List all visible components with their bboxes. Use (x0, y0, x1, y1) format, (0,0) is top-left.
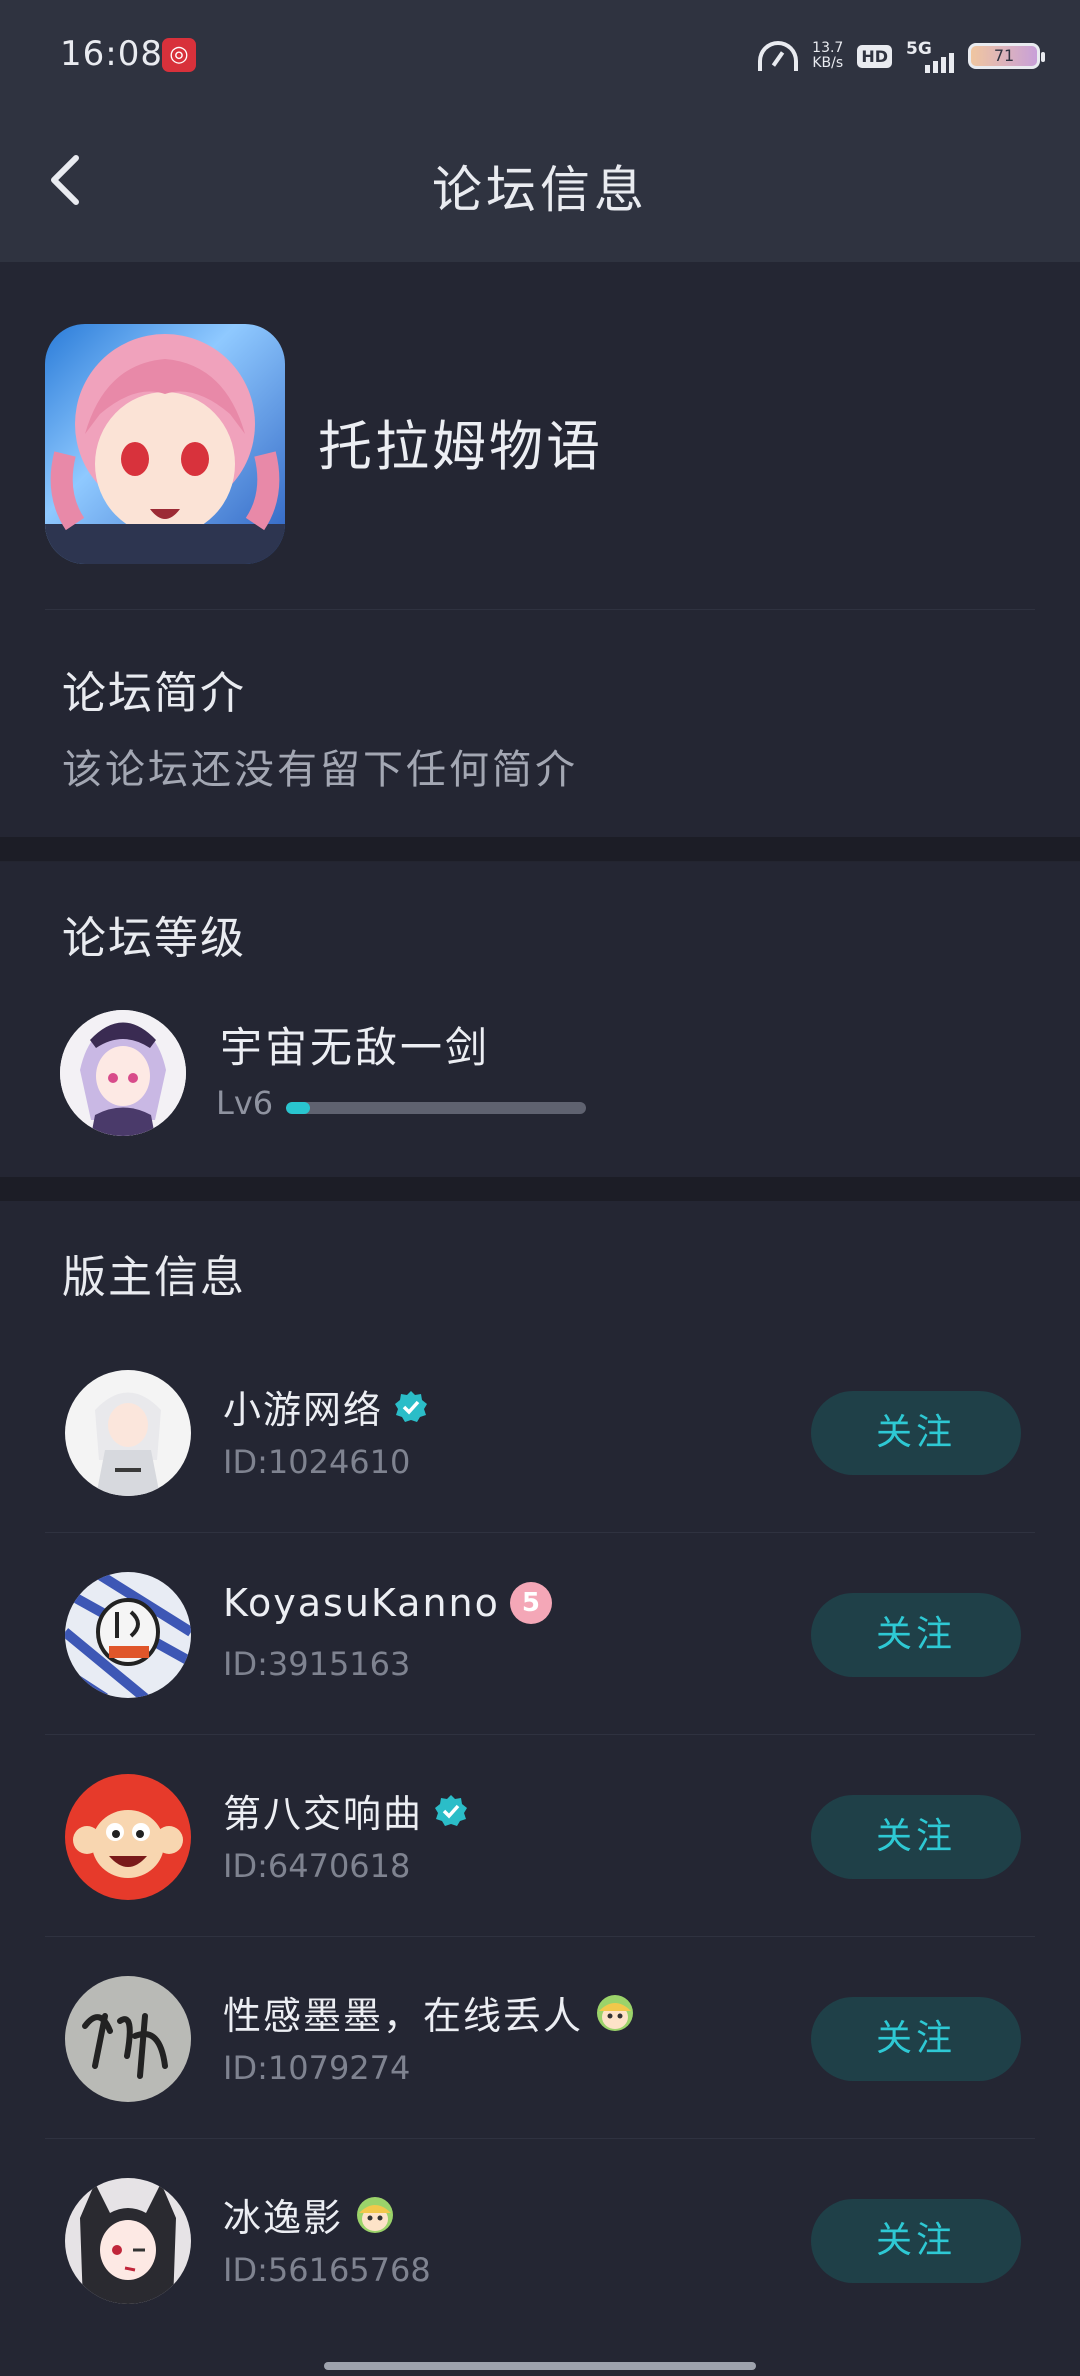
status-bar: 16:08 ◎ 13.7 KB/s HD 5G 71 (0, 0, 1080, 110)
moderator-row[interactable]: KoyasuKanno 5 ID:3915163 关注 (45, 1533, 1035, 1735)
follow-button[interactable]: 关注 (811, 2199, 1021, 2283)
forum-name: 托拉姆物语 (318, 415, 603, 478)
speedometer-icon (758, 41, 799, 71)
battery-icon: 71 (968, 43, 1045, 69)
section-gap (0, 1177, 1080, 1201)
avatar[interactable] (65, 1370, 191, 1496)
level-section-title: 论坛等级 (62, 913, 246, 964)
moderator-id: ID:3915163 (223, 1645, 411, 1683)
level-progress-bar (286, 1102, 586, 1114)
divider (45, 609, 1035, 610)
moderator-name: 性感墨墨，在线丢人 (223, 1994, 584, 2038)
moderator-id: ID:56165768 (223, 2251, 431, 2289)
intro-text: 该论坛还没有留下任何简介 (62, 747, 578, 793)
signal-icon: 5G (906, 39, 954, 73)
follow-button[interactable]: 关注 (811, 1795, 1021, 1879)
status-time: 16:08 (60, 34, 163, 74)
status-icons: 13.7 KB/s HD 5G 71 (758, 36, 1045, 76)
intro-title: 论坛简介 (62, 668, 246, 719)
avatar[interactable] (65, 1572, 191, 1698)
moderator-id: ID:1024610 (223, 1443, 411, 1481)
avatar[interactable] (65, 2178, 191, 2304)
moderator-id: ID:1079274 (223, 2049, 411, 2087)
level-progress-fill (286, 1102, 310, 1114)
level-user-name: 宇宙无敌一剑 (220, 1023, 491, 1072)
page-title: 论坛信息 (432, 161, 648, 219)
network-speed: 13.7 KB/s (812, 41, 843, 71)
moderator-id: ID:6470618 (223, 1847, 411, 1885)
top-bar: 16:08 ◎ 13.7 KB/s HD 5G 71 论坛信息 (0, 0, 1080, 262)
forum-avatar (45, 324, 285, 564)
avatar[interactable] (65, 1774, 191, 1900)
follow-button[interactable]: 关注 (811, 1997, 1021, 2081)
moderator-row[interactable]: 性感墨墨，在线丢人 ID:1079274 关注 (45, 1937, 1035, 2139)
verified-icon (435, 1794, 468, 1826)
netease-music-icon: ◎ (162, 38, 196, 72)
level-5-badge: 5 (509, 1582, 552, 1624)
speed-value: 13.7 (812, 40, 844, 56)
forum-level-section: 论坛等级 宇宙无敌一剑 Lv6 (0, 862, 1080, 1177)
section-gap (0, 837, 1080, 861)
moderators-title: 版主信息 (62, 1252, 246, 1303)
follow-button[interactable]: 关注 (811, 1593, 1021, 1677)
moderator-row[interactable]: 第八交响曲 ID:6470618 关注 (45, 1735, 1035, 1937)
moderator-name: 冰逸影 (223, 2196, 344, 2240)
forum-info-section: 托拉姆物语 论坛简介 该论坛还没有留下任何简介 (0, 262, 1080, 837)
verified-icon (395, 1390, 428, 1422)
moderator-row[interactable]: 冰逸影 ID:56165768 关注 (45, 2139, 1035, 2341)
home-indicator[interactable] (324, 2362, 756, 2370)
character-emoji-icon (597, 1994, 634, 2031)
hd-icon: HD (857, 44, 892, 68)
avatar[interactable] (65, 1976, 191, 2102)
moderator-name: 第八交响曲 (223, 1792, 424, 1836)
level-label: Lv6 (216, 1084, 274, 1122)
user-avatar (60, 1010, 186, 1136)
character-emoji-icon (357, 2196, 394, 2233)
follow-button[interactable]: 关注 (811, 1391, 1021, 1475)
moderator-name: KoyasuKanno (223, 1581, 500, 1625)
moderator-name: 小游网络 (223, 1388, 384, 1432)
moderators-section: 版主信息 小游网络 ID:1024610 关注 KoyasuKanno 5 ID… (0, 1201, 1080, 2376)
speed-unit: KB/s (812, 55, 844, 71)
moderator-row[interactable]: 小游网络 ID:1024610 关注 (45, 1331, 1035, 1533)
